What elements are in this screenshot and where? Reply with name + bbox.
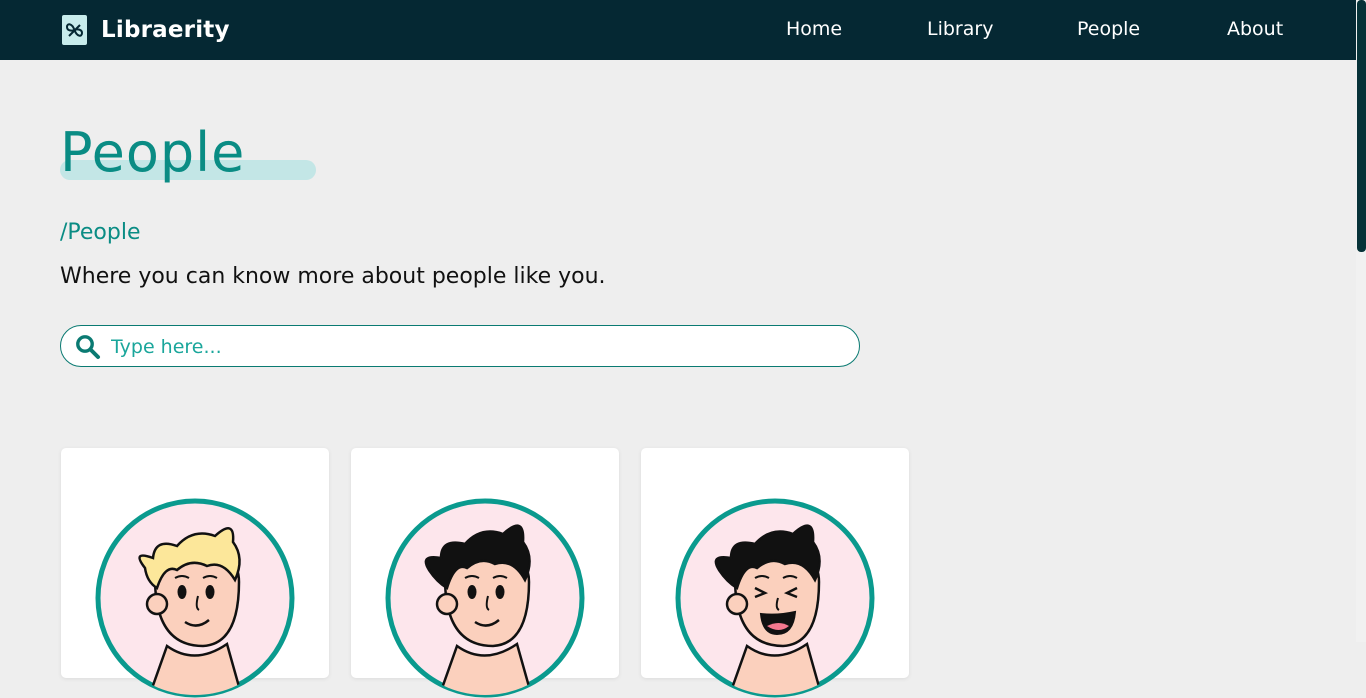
blond-man-avatar-icon xyxy=(95,498,295,698)
scrollbar[interactable] xyxy=(1356,0,1366,642)
person-card[interactable] xyxy=(641,448,909,698)
nav-link-people[interactable]: People xyxy=(1077,17,1140,41)
book-logo-icon xyxy=(62,15,87,45)
laughing-man-avatar-icon xyxy=(675,498,875,698)
search-bar[interactable] xyxy=(60,325,860,367)
navbar: Libraerity Home Library People About xyxy=(0,0,1356,60)
page-title: People xyxy=(60,121,246,184)
nav-link-about[interactable]: About xyxy=(1227,17,1283,41)
search-icon xyxy=(75,334,101,364)
brand-link[interactable]: Libraerity xyxy=(62,14,230,46)
scrollbar-thumb[interactable] xyxy=(1357,0,1366,252)
page-subtitle: Where you can know more about people lik… xyxy=(60,264,606,289)
brand-name: Libraerity xyxy=(101,17,230,43)
person-card[interactable] xyxy=(351,448,619,698)
nav-link-home[interactable]: Home xyxy=(786,17,842,41)
nav-link-library[interactable]: Library xyxy=(927,17,993,41)
person-card[interactable] xyxy=(61,448,329,698)
search-input[interactable] xyxy=(109,332,843,362)
dark-haired-man-avatar-icon xyxy=(385,498,585,698)
breadcrumb: /People xyxy=(60,220,141,245)
